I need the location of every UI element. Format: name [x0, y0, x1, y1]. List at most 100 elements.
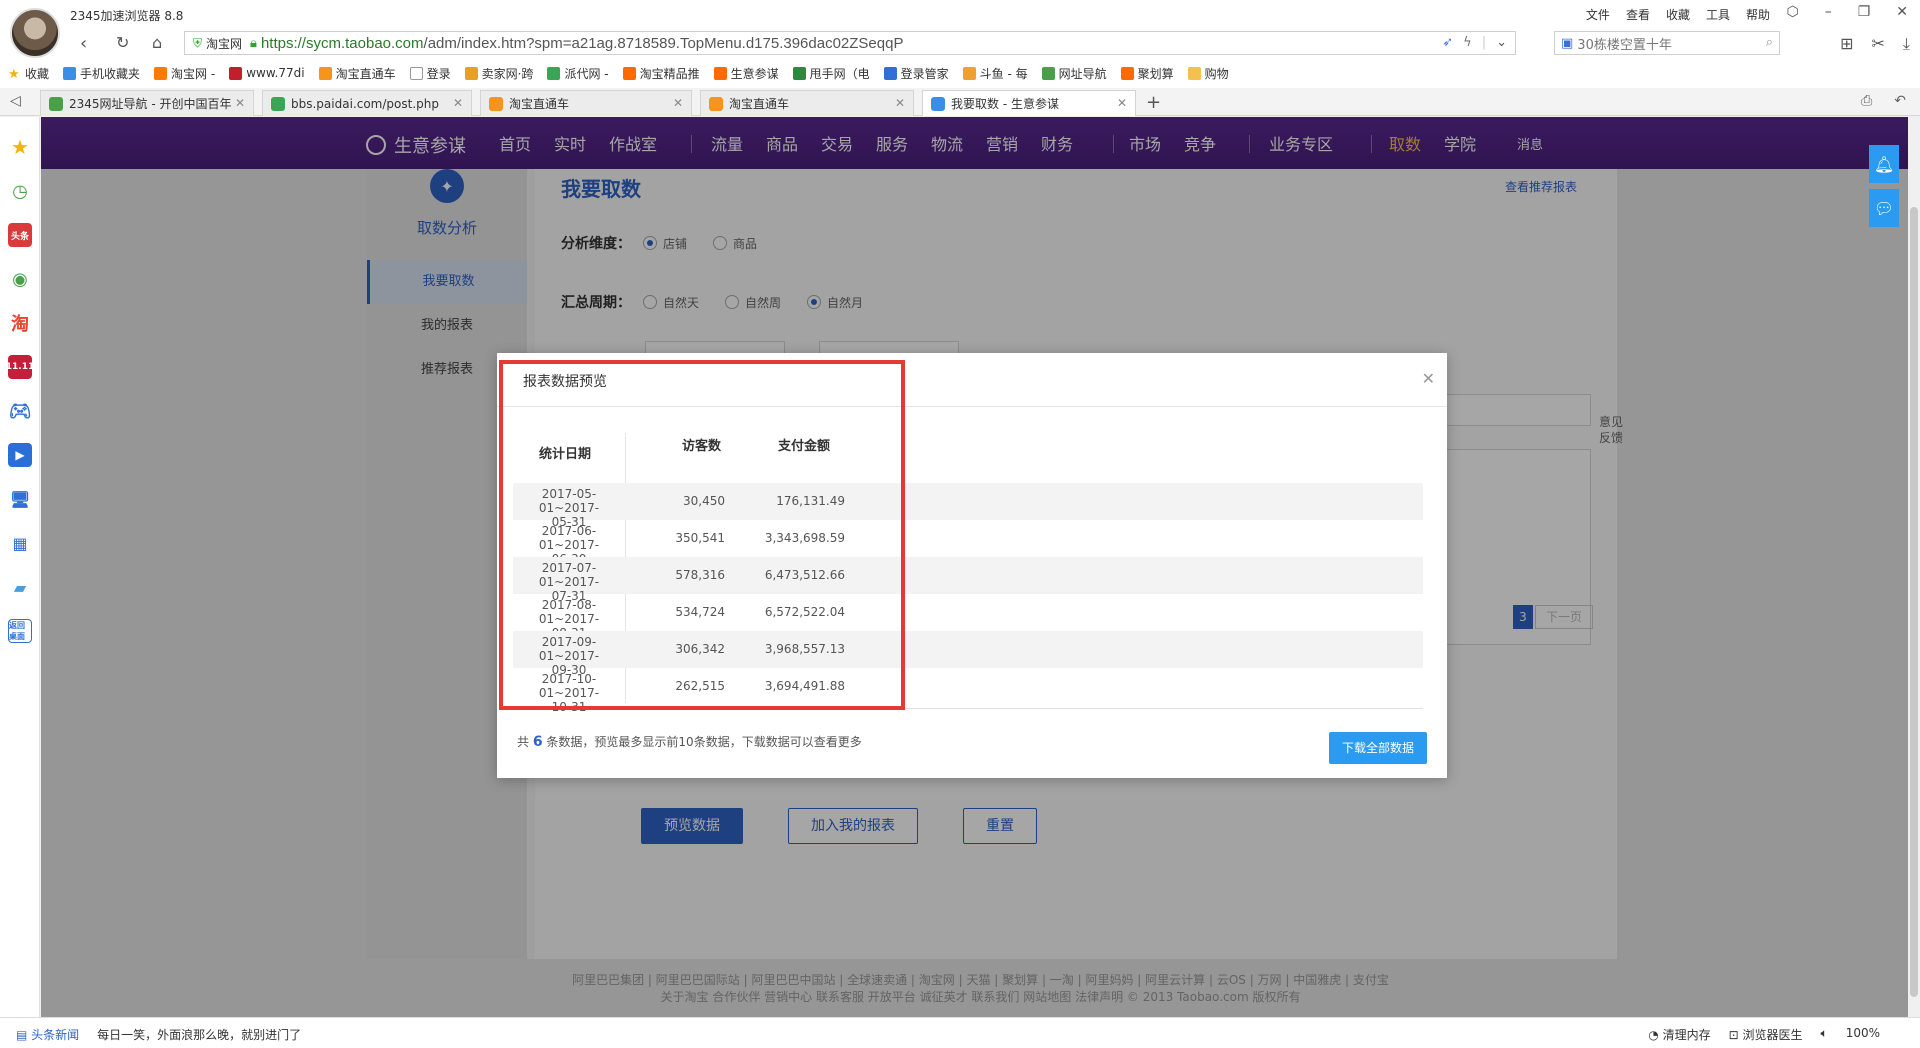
bell-icon[interactable]: 🔔︎: [1869, 145, 1899, 183]
page-scrollbar[interactable]: [1908, 117, 1920, 1017]
close-window-icon[interactable]: ✕: [1896, 4, 1908, 20]
bookmark-favorites[interactable]: ★ 收藏: [8, 65, 49, 82]
bookmark-jingpin[interactable]: 淘宝精品推: [622, 65, 700, 82]
undo-icon[interactable]: ↶: [1894, 93, 1906, 109]
volume-icon[interactable]: 🔈︎: [1820, 1026, 1827, 1043]
page-icon: [409, 66, 423, 80]
wechat-icon[interactable]: ◉: [8, 267, 32, 291]
news-icon[interactable]: 头条: [8, 223, 32, 247]
bookmark-seller[interactable]: 卖家网·跨: [464, 65, 533, 82]
user-avatar[interactable]: [10, 8, 60, 58]
close-icon[interactable]: ✕: [1117, 96, 1127, 110]
menu-file[interactable]: 文件: [1586, 6, 1610, 23]
skin-icon[interactable]: ⬡: [1786, 4, 1798, 20]
bookmark-77di[interactable]: www.77di: [229, 66, 305, 80]
browser-doctor-button[interactable]: ⊡ 浏览器医生: [1729, 1026, 1803, 1043]
tab-label: 我要取数 - 生意参谋: [951, 97, 1059, 111]
calculator-icon[interactable]: ▦: [8, 531, 32, 555]
taobao-icon: [1120, 66, 1134, 80]
sidebar-toggle-icon[interactable]: ◁: [10, 93, 21, 109]
site-tag: 淘宝网: [206, 36, 243, 51]
bookmark-login-mgr[interactable]: 登录管家: [883, 65, 949, 82]
bookmark-mobile[interactable]: 手机收藏夹: [63, 65, 140, 82]
bookmark-label: 登录管家: [900, 66, 949, 81]
paidai-icon: [271, 96, 285, 111]
tab-label: 2345网址导航 - 开创中国百年: [69, 97, 232, 111]
scissors-icon[interactable]: ✂: [1872, 34, 1885, 54]
computer-icon[interactable]: 🖥︎: [8, 487, 32, 511]
taobao-icon[interactable]: 淘: [8, 311, 32, 335]
tab-sycm[interactable]: 我要取数 - 生意参谋 ✕: [922, 90, 1136, 116]
close-icon[interactable]: ✕: [895, 96, 905, 110]
ztc-icon: [318, 66, 332, 80]
lock-icon: 🔒︎: [250, 35, 257, 51]
bookmark-label: 斗鱼 - 每: [979, 66, 1028, 81]
menu-help[interactable]: 帮助: [1746, 6, 1770, 23]
tab-label: bbs.paidai.com/post.php: [291, 96, 439, 111]
video-icon[interactable]: ▶: [8, 443, 32, 467]
download-icon[interactable]: ⤓: [1903, 34, 1910, 54]
clean-memory-button[interactable]: ◔ 清理内存: [1648, 1026, 1710, 1043]
scrollbar-thumb[interactable]: [1910, 207, 1918, 997]
summary-count: 6: [532, 734, 543, 750]
news-link[interactable]: ▤ 头条新闻: [16, 1026, 79, 1043]
menu-tools[interactable]: 工具: [1706, 6, 1730, 23]
bookmark-label: www.77di: [246, 66, 305, 80]
menu-favorites[interactable]: 收藏: [1666, 6, 1690, 23]
close-icon[interactable]: ✕: [453, 96, 463, 110]
zoom-level[interactable]: 100%: [1846, 1026, 1880, 1043]
search-icon[interactable]: ⌕: [1766, 35, 1773, 50]
gamepad-icon[interactable]: 🎮︎: [8, 399, 32, 423]
ztc-icon: [489, 96, 503, 111]
browser-menu: 文件 查看 收藏 工具 帮助: [1586, 6, 1770, 23]
menu-view[interactable]: 查看: [1626, 6, 1650, 23]
reload-icon[interactable]: ↻: [116, 33, 129, 52]
news-ticker[interactable]: 每日一笑，外面浪那么晚，就别进门了: [97, 1026, 301, 1043]
chat-icon[interactable]: 💬︎: [1869, 189, 1899, 227]
apps-icon[interactable]: ⊞: [1840, 34, 1853, 54]
desktop-return-icon[interactable]: 返回桌面: [8, 619, 32, 643]
bookmark-label: 登录: [426, 66, 451, 81]
cart-icon: [792, 66, 806, 80]
browser-sidebar: ★ ◷ 头条 ◉ 淘 11.11 🎮︎ ▶ 🖥︎ ▦ ▰ 返回桌面: [0, 117, 40, 1017]
tab-ztc-1[interactable]: 淘宝直通车 ✕: [480, 90, 692, 116]
restore-icon[interactable]: ❐: [1858, 4, 1871, 20]
search-input[interactable]: ▣ 30栋楼空置十年 ⌕: [1554, 31, 1780, 55]
tab-tools: ⎙ ↶: [1861, 93, 1906, 109]
back-icon[interactable]: ‹: [80, 33, 87, 54]
bookmark-sycm[interactable]: 生意参谋: [713, 65, 779, 82]
new-tab-icon[interactable]: +: [1146, 92, 1161, 113]
news-label: 头条新闻: [31, 1028, 80, 1042]
bookmark-ztc[interactable]: 淘宝直通车: [318, 65, 396, 82]
home-icon[interactable]: ⌂: [152, 33, 162, 52]
rocket-icon[interactable]: ➶: [1442, 35, 1453, 50]
bookmark-juhuasuan[interactable]: 聚划算: [1120, 65, 1174, 82]
download-all-button[interactable]: 下载全部数据: [1329, 732, 1427, 764]
minimize-icon[interactable]: –: [1825, 4, 1832, 20]
broom-icon: ◔: [1648, 1028, 1663, 1042]
double11-icon[interactable]: 11.11: [6, 355, 34, 379]
tab-ztc-2[interactable]: 淘宝直通车 ✕: [700, 90, 914, 116]
address-bar[interactable]: ⛨ 淘宝网 🔒︎ https://sycm.taobao.com/adm/ind…: [184, 31, 1516, 55]
printer-icon[interactable]: ⎙: [1861, 93, 1872, 109]
close-icon[interactable]: ✕: [673, 96, 683, 110]
notebook-icon[interactable]: ▰: [8, 575, 32, 599]
bookmark-paidai[interactable]: 派代网 -: [547, 65, 609, 82]
clock-icon[interactable]: ◷: [8, 179, 32, 203]
clean-memory-label: 清理内存: [1662, 1028, 1711, 1042]
bookmark-shuaishou[interactable]: 甩手网（电: [792, 65, 870, 82]
bookmark-nav[interactable]: 网址导航: [1041, 65, 1107, 82]
tab-2345[interactable]: 2345网址导航 - 开创中国百年 ✕: [40, 90, 254, 116]
bookmark-shopping[interactable]: 购物: [1187, 65, 1229, 82]
tab-paidai[interactable]: bbs.paidai.com/post.php ✕: [262, 90, 472, 116]
bookmark-login[interactable]: 登录: [409, 65, 451, 82]
close-icon[interactable]: ✕: [235, 96, 245, 110]
url-text[interactable]: https://sycm.taobao.com/adm/index.htm?sp…: [261, 35, 904, 52]
chevron-down-icon[interactable]: ⌄: [1496, 35, 1507, 50]
bookmark-douyu[interactable]: 斗鱼 - 每: [962, 65, 1028, 82]
close-icon[interactable]: ✕: [1422, 369, 1435, 388]
lightning-icon[interactable]: ϟ: [1463, 35, 1472, 50]
bookmark-taobao[interactable]: 淘宝网 -: [154, 65, 215, 82]
search-engine-icon[interactable]: ▣: [1561, 36, 1573, 51]
star-icon[interactable]: ★: [8, 135, 32, 159]
